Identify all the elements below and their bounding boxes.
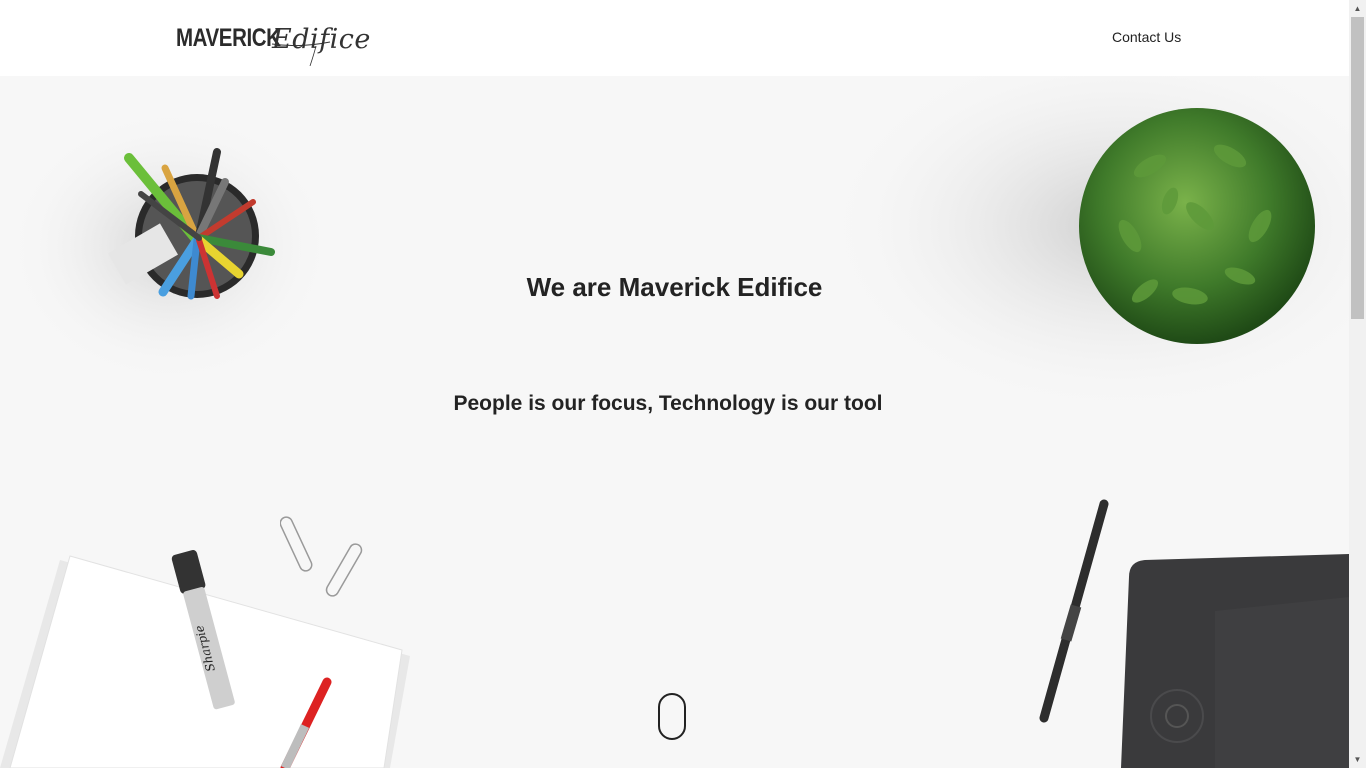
contact-us-link[interactable]: Contact Us [1112,29,1181,45]
plant-icon [1079,108,1315,344]
marker-icon: Sharpie [171,550,235,710]
scroll-down-arrow-icon[interactable]: ▼ [1349,751,1366,768]
vertical-scrollbar[interactable]: ▲ ▼ [1349,0,1366,768]
hero-section: Sharpie We are Maverick Edifice People i… [0,76,1349,768]
stylus-icon [1039,499,1109,723]
hero-title: We are Maverick Edifice [526,272,823,302]
top-navigation-bar: MAVERICK Edifice Contact Us [0,0,1349,76]
logo-wordmark: MAVERICK [176,24,281,52]
drawing-tablet-icon [1121,554,1349,768]
paperclip-icon [280,516,363,597]
red-pen-icon [280,677,332,768]
hero-subtitle: People is our focus, Technology is our t… [453,392,883,415]
scroll-up-arrow-icon[interactable]: ▲ [1349,0,1366,17]
brand-logo[interactable]: MAVERICK Edifice [176,22,370,68]
scrollbar-thumb[interactable] [1351,17,1364,319]
logo-swash-icon [271,41,331,66]
scroll-down-mouse-icon[interactable] [658,693,686,740]
